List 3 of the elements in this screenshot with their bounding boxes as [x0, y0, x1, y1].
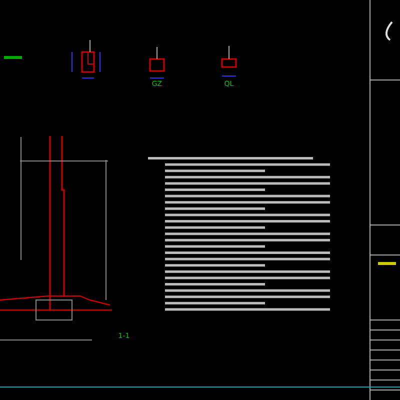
- ring-beam-section-drawing: [221, 46, 237, 76]
- beam-section-drawing: [72, 40, 100, 78]
- column-section-drawing: [149, 46, 165, 78]
